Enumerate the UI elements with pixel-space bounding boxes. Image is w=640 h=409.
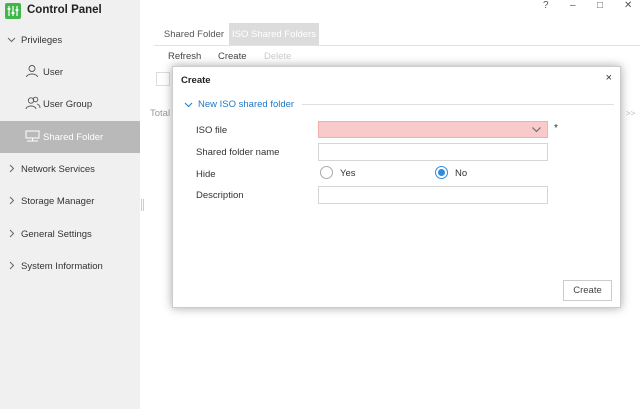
sidebar: Control Panel Privileges User User Group… [0, 0, 140, 409]
create-dialog: Create × New ISO shared folder ISO file … [172, 66, 621, 308]
sidebar-item-user-group[interactable]: User Group [0, 88, 140, 120]
app-title: Control Panel [27, 4, 102, 16]
section-divider [302, 103, 614, 105]
tab-iso-shared-folders[interactable]: ISO Shared Folders [229, 23, 319, 46]
help-icon[interactable]: ? [543, 0, 549, 12]
hide-yes-label: Yes [340, 168, 356, 179]
delete-button[interactable]: Delete [264, 51, 291, 62]
sidebar-item-label: General Settings [21, 228, 92, 240]
close-icon[interactable]: × [606, 72, 612, 84]
sidebar-item-system-information[interactable]: System Information [0, 250, 140, 282]
chevron-down-icon [532, 127, 541, 133]
hide-label: Hide [196, 169, 216, 180]
sidebar-item-label: Privileges [21, 34, 63, 46]
sidebar-item-shared-folder[interactable]: Shared Folder [0, 121, 140, 153]
chevron-down-icon [7, 37, 16, 43]
section-title: New ISO shared folder [198, 98, 295, 110]
total-label: Total [150, 108, 171, 119]
iso-file-label: ISO file [196, 125, 228, 136]
close-window-icon[interactable]: ✕ [624, 0, 632, 12]
chevron-right-icon [9, 229, 15, 238]
sidebar-item-label: Shared Folder [43, 131, 104, 143]
description-label: Description [196, 190, 244, 201]
sidebar-item-privileges[interactable]: Privileges [0, 24, 140, 56]
chevron-right-icon [9, 164, 15, 173]
sidebar-item-storage-manager[interactable]: Storage Manager [0, 185, 140, 217]
hide-no-radio[interactable] [435, 166, 448, 179]
sidebar-item-network-services[interactable]: Network Services [0, 153, 140, 185]
iso-file-select[interactable] [318, 121, 548, 138]
create-toolbar-button[interactable]: Create [218, 51, 247, 62]
minimize-icon[interactable]: – [570, 0, 576, 12]
sidebar-item-user[interactable]: User [0, 56, 140, 88]
user-icon [26, 65, 38, 78]
sidebar-item-label: User [43, 66, 64, 78]
maximize-icon[interactable]: □ [597, 0, 603, 12]
shared-folder-name-label: Shared folder name [196, 147, 280, 158]
sidebar-item-label: User Group [43, 98, 93, 110]
control-panel-icon [5, 3, 21, 19]
tab-shared-folder[interactable]: Shared Folder [160, 23, 228, 46]
tab-divider [154, 45, 640, 46]
required-mark: * [554, 123, 558, 134]
sidebar-item-general-settings[interactable]: General Settings [0, 218, 140, 250]
dialog-title: Create [181, 75, 211, 86]
section-header[interactable]: New ISO shared folder [184, 98, 614, 110]
hide-yes-radio[interactable] [320, 166, 333, 179]
sidebar-resize-handle[interactable] [141, 199, 144, 211]
chevron-down-icon [184, 102, 193, 107]
select-all-checkbox[interactable] [156, 72, 170, 86]
shared-folder-icon [25, 130, 40, 142]
sidebar-item-label: Network Services [21, 163, 95, 175]
pager-next[interactable]: >> [626, 109, 635, 118]
refresh-button[interactable]: Refresh [168, 51, 201, 62]
create-button[interactable]: Create [563, 280, 612, 301]
app-header: Control Panel [0, 0, 140, 22]
hide-no-label: No [455, 168, 468, 179]
description-input[interactable] [318, 186, 548, 204]
sidebar-item-label: System Information [21, 260, 103, 272]
chevron-right-icon [9, 261, 15, 270]
chevron-right-icon [9, 196, 15, 205]
user-group-icon [25, 96, 41, 110]
sidebar-item-label: Storage Manager [21, 195, 95, 207]
shared-folder-name-input[interactable] [318, 143, 548, 161]
